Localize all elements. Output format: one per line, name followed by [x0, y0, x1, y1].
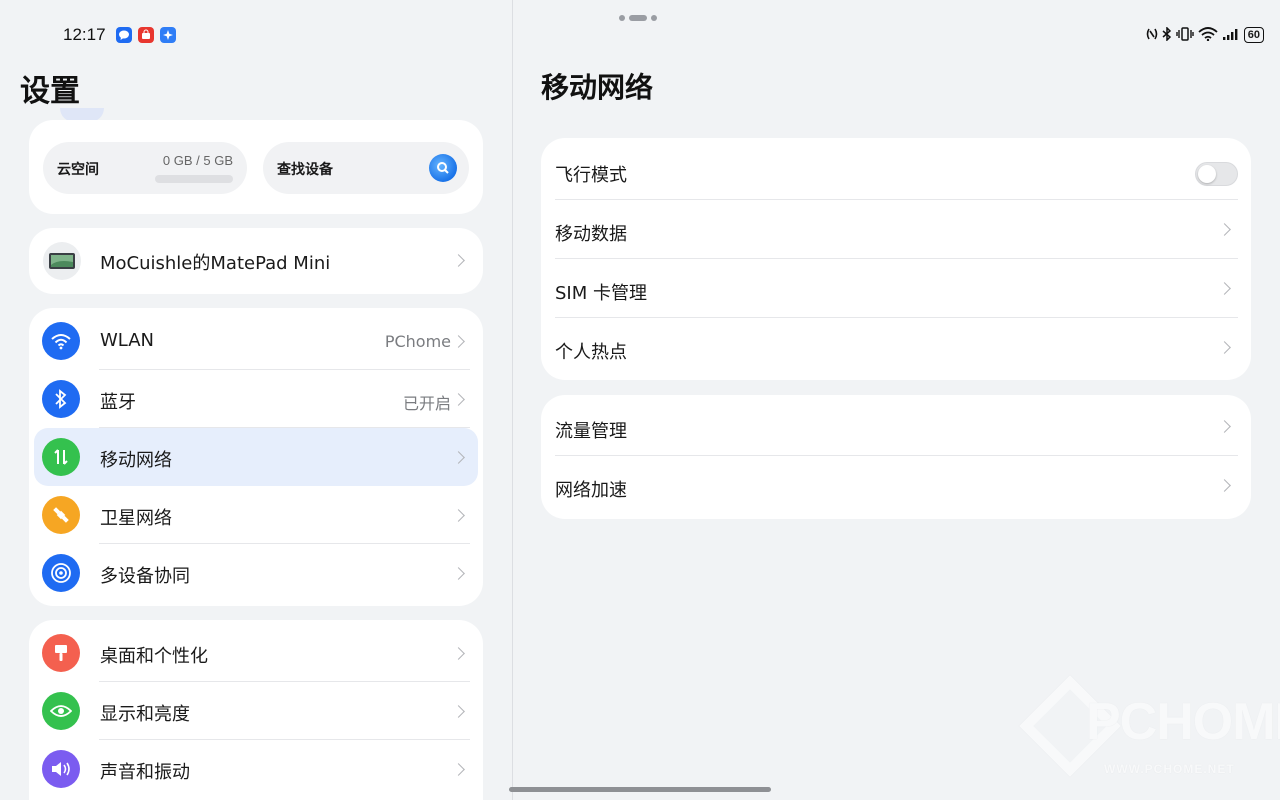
- chevron-right-icon: [452, 335, 465, 348]
- account-card: 云空间 0 GB / 5 GB 查找设备: [29, 120, 483, 214]
- watermark-url: WWW.PCHOME.NET: [1104, 762, 1235, 776]
- chevron-right-icon: [1218, 479, 1231, 492]
- eye-icon: [42, 692, 80, 730]
- sidebar-item-label: 桌面和个性化: [100, 646, 208, 667]
- data-usage-row[interactable]: 流量管理: [541, 397, 1251, 456]
- chevron-right-icon: [1218, 223, 1231, 236]
- detail-title: 移动网络: [541, 71, 654, 104]
- data-usage-label: 流量管理: [555, 421, 627, 442]
- sidebar-item-label: 蓝牙: [100, 392, 136, 413]
- bluetooth-icon: [42, 380, 80, 418]
- settings-list-pane: 12:17 设置 云空间 0 GB / 5 GB 查找设备 MoCuishle的…: [0, 0, 512, 800]
- page-title: 设置: [20, 74, 80, 109]
- sidebar-item-label: 多设备协同: [100, 566, 190, 587]
- chevron-right-icon: [452, 509, 465, 522]
- mobile-data-label: 移动数据: [555, 224, 627, 245]
- sidebar-item-label: 卫星网络: [100, 508, 172, 529]
- satellite-icon: [42, 496, 80, 534]
- mobile-network-group: 飞行模式 移动数据 SIM 卡管理 个人热点: [541, 138, 1251, 380]
- sidebar-item-satellite[interactable]: 卫星网络: [29, 486, 483, 544]
- find-device-button[interactable]: 查找设备: [263, 142, 469, 194]
- clock: 12:17: [63, 25, 106, 44]
- multi-window-handle[interactable]: [619, 15, 657, 21]
- chevron-right-icon: [452, 254, 465, 267]
- sidebar-item-label: WLAN: [100, 330, 155, 351]
- chevron-right-icon: [452, 567, 465, 580]
- sidebar-item-label: 声音和振动: [100, 762, 190, 783]
- cloud-storage-usage: 0 GB / 5 GB: [162, 153, 233, 168]
- airplane-mode-toggle[interactable]: [1195, 162, 1238, 186]
- search-device-icon: [429, 154, 457, 182]
- ai-assistant-icon: [159, 27, 176, 43]
- cloud-storage-bar: [155, 175, 233, 183]
- sidebar-item-multi-device[interactable]: 多设备协同: [29, 544, 483, 602]
- wifi-icon: [1198, 26, 1218, 44]
- message-icon: [115, 27, 132, 43]
- vibrate-icon: [1176, 26, 1194, 44]
- airplane-mode-label: 飞行模式: [555, 165, 627, 186]
- data-management-group: 流量管理 网络加速: [541, 395, 1251, 519]
- watermark-text: PCHOME: [1086, 693, 1280, 751]
- sidebar-item-label: 显示和亮度: [100, 704, 190, 725]
- cloud-storage-label: 云空间: [57, 162, 99, 178]
- sidebar-item-bluetooth[interactable]: 蓝牙 已开启: [29, 370, 483, 428]
- battery-indicator: 60: [1243, 27, 1264, 43]
- cellular-signal-icon: [1222, 27, 1240, 44]
- sidebar-item-sound[interactable]: 声音和振动: [29, 740, 483, 798]
- hotspot-row[interactable]: 个人热点: [541, 318, 1251, 377]
- sidebar-item-wlan[interactable]: WLAN PChome: [29, 312, 483, 370]
- chevron-right-icon: [1218, 420, 1231, 433]
- connectivity-group: WLAN PChome 蓝牙 已开启 移动网络 卫星网络 多设备协同: [29, 308, 483, 606]
- chevron-right-icon: [452, 393, 465, 406]
- airplane-mode-row: 飞行模式: [541, 141, 1251, 200]
- device-name: MoCuishle的MatePad Mini: [100, 253, 331, 274]
- hotspot-label: 个人热点: [555, 342, 627, 363]
- sidebar-item-mobile-network[interactable]: 移动网络: [29, 428, 483, 486]
- multi-device-icon: [42, 554, 80, 592]
- personalization-group: 桌面和个性化 显示和亮度 声音和振动: [29, 620, 483, 800]
- watermark: PCHOME WWW.PCHOME.NET: [1019, 675, 1280, 782]
- chevron-right-icon: [452, 647, 465, 660]
- sim-management-label: SIM 卡管理: [555, 283, 647, 304]
- paint-brush-icon: [42, 634, 80, 672]
- status-bar-left: 12:17: [63, 24, 176, 46]
- sim-management-row[interactable]: SIM 卡管理: [541, 259, 1251, 318]
- toggle-knob: [1198, 165, 1216, 183]
- store-icon: [137, 27, 154, 43]
- device-row[interactable]: MoCuishle的MatePad Mini: [29, 228, 483, 294]
- find-device-label: 查找设备: [277, 162, 333, 178]
- home-indicator[interactable]: [509, 787, 771, 792]
- bluetooth-status: 已开启: [402, 394, 451, 413]
- cloud-storage-button[interactable]: 云空间 0 GB / 5 GB: [43, 142, 247, 194]
- sidebar-item-display[interactable]: 显示和亮度: [29, 682, 483, 740]
- tablet-icon: [43, 242, 81, 280]
- nfc-icon: [1146, 27, 1158, 44]
- chevron-right-icon: [1218, 341, 1231, 354]
- speaker-icon: [42, 750, 80, 788]
- network-acceleration-row[interactable]: 网络加速: [541, 456, 1251, 515]
- wifi-icon: [42, 322, 80, 360]
- mobile-data-row[interactable]: 移动数据: [541, 200, 1251, 259]
- sidebar-item-label: 移动网络: [100, 450, 172, 471]
- status-bar-right: 60: [1146, 25, 1264, 44]
- mobile-data-icon: [42, 438, 80, 476]
- wlan-network-name: PChome: [384, 332, 451, 351]
- chevron-right-icon: [1218, 282, 1231, 295]
- chevron-right-icon: [452, 705, 465, 718]
- bluetooth-icon: [1162, 25, 1172, 44]
- sidebar-item-home-screen[interactable]: 桌面和个性化: [29, 624, 483, 682]
- network-acceleration-label: 网络加速: [555, 480, 627, 501]
- chevron-right-icon: [452, 763, 465, 776]
